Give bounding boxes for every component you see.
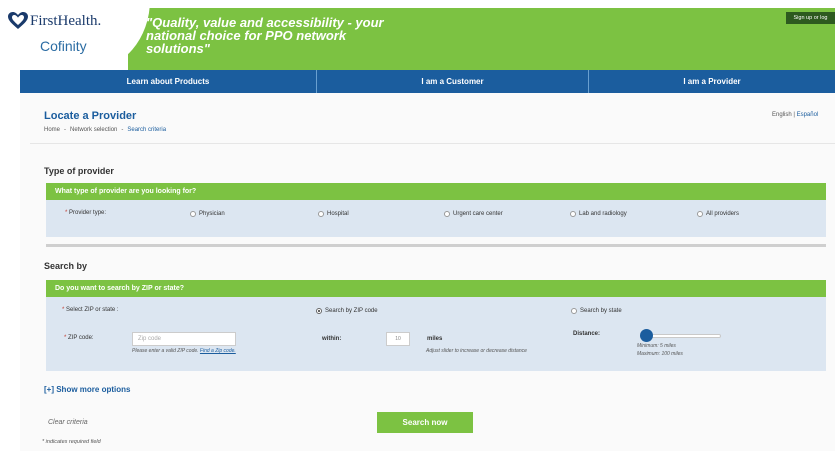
section-divider bbox=[46, 244, 826, 247]
search-by-question: Do you want to search by ZIP or state? bbox=[46, 280, 826, 297]
zip-help-message: Please enter a valid ZIP code. bbox=[132, 348, 199, 354]
nav-provider[interactable]: I am a Provider bbox=[589, 70, 835, 93]
title-divider bbox=[30, 143, 835, 144]
provider-type-question: What type of provider are you looking fo… bbox=[46, 183, 826, 200]
required-mark: * bbox=[65, 210, 68, 216]
required-field-note: * indicates required field bbox=[42, 439, 101, 445]
required-mark: * bbox=[64, 335, 67, 341]
distance-slider-track[interactable] bbox=[643, 334, 721, 338]
provider-type-heading: Type of provider bbox=[44, 166, 114, 176]
radio-hospital[interactable]: Hospital bbox=[318, 211, 349, 217]
firsthealth-logo[interactable]: FirstHealth. bbox=[8, 12, 101, 30]
distance-max-text: Maximum: 100 miles bbox=[637, 351, 683, 357]
site-header: FirstHealth. Cofinity "Quality, value an… bbox=[0, 0, 835, 70]
select-zip-state-text: Select ZIP or state : bbox=[66, 307, 119, 313]
distance-min-text: Minimum: 5 miles bbox=[637, 343, 676, 349]
cofinity-wordmark: Cofinity bbox=[40, 38, 87, 54]
nav-customer[interactable]: I am a Customer bbox=[317, 70, 589, 93]
heart-logo-icon bbox=[8, 12, 28, 29]
radio-label: All providers bbox=[706, 211, 740, 217]
nav-learn-products[interactable]: Learn about Products bbox=[20, 70, 317, 93]
select-zip-state-label: * Select ZIP or state : bbox=[62, 307, 119, 313]
search-now-button[interactable]: Search now bbox=[377, 412, 473, 433]
provider-type-panel: What type of provider are you looking fo… bbox=[46, 183, 826, 237]
content-area bbox=[20, 93, 835, 451]
radio-circle[interactable] bbox=[571, 308, 577, 314]
radio-circle[interactable] bbox=[444, 211, 450, 217]
breadcrumb: Home - Network selection - Search criter… bbox=[44, 127, 166, 133]
main-nav: Learn about Products I am a Customer I a… bbox=[20, 70, 835, 93]
language-switch: English | Español bbox=[772, 112, 818, 118]
lang-separator: | bbox=[793, 112, 795, 118]
radio-lab-radiology[interactable]: Lab and radiology bbox=[570, 211, 627, 217]
header-tagline: "Quality, value and accessibility - your… bbox=[146, 15, 384, 56]
distance-label: Distance: bbox=[573, 331, 601, 337]
firsthealth-wordmark: FirstHealth. bbox=[30, 12, 102, 29]
radio-label: Urgent care center bbox=[453, 211, 503, 217]
provider-type-label: * Provider type: bbox=[65, 210, 106, 216]
radio-circle[interactable] bbox=[570, 211, 576, 217]
show-more-options-link[interactable]: [+] Show more options bbox=[44, 385, 130, 394]
breadcrumb-network[interactable]: Network selection bbox=[70, 127, 117, 133]
radio-search-by-state[interactable]: Search by state bbox=[571, 308, 622, 314]
lang-english[interactable]: English bbox=[772, 112, 792, 118]
find-zip-link[interactable]: Find a Zip code. bbox=[200, 348, 236, 354]
radio-label: Lab and radiology bbox=[579, 211, 627, 217]
required-mark: * bbox=[62, 307, 65, 313]
breadcrumb-sep: - bbox=[121, 127, 124, 133]
radio-physician[interactable]: Physician bbox=[190, 211, 225, 217]
radio-all-providers[interactable]: All providers bbox=[697, 211, 739, 217]
breadcrumb-home[interactable]: Home bbox=[44, 127, 60, 133]
clear-criteria-link[interactable]: Clear criteria bbox=[48, 419, 88, 426]
cofinity-logo[interactable]: Cofinity bbox=[40, 38, 87, 54]
radio-label: Physician bbox=[199, 211, 225, 217]
lang-spanish[interactable]: Español bbox=[797, 112, 819, 118]
slider-help-text: Adjust slider to increase or decrease di… bbox=[426, 348, 527, 354]
radio-label: Search by state bbox=[580, 308, 622, 314]
miles-input[interactable]: 10 bbox=[386, 332, 410, 346]
radio-urgent-care[interactable]: Urgent care center bbox=[444, 211, 503, 217]
search-by-heading: Search by bbox=[44, 261, 88, 271]
breadcrumb-sep: - bbox=[64, 127, 67, 133]
radio-circle[interactable] bbox=[318, 211, 324, 217]
zip-help-text: Please enter a valid ZIP code. Find a Zi… bbox=[132, 348, 240, 355]
radio-circle[interactable] bbox=[190, 211, 196, 217]
breadcrumb-current: Search criteria bbox=[127, 127, 167, 133]
zip-code-input[interactable]: Zip code bbox=[132, 332, 236, 346]
radio-circle[interactable] bbox=[697, 211, 703, 217]
zip-code-label: * ZIP code: bbox=[64, 335, 94, 341]
signup-login-button[interactable]: Sign up or log bbox=[786, 12, 835, 24]
zip-code-label-text: ZIP code: bbox=[68, 335, 94, 341]
search-by-panel: Do you want to search by ZIP or state? bbox=[46, 280, 826, 371]
radio-label: Search by ZIP code bbox=[325, 308, 378, 314]
radio-label: Hospital bbox=[327, 211, 349, 217]
radio-circle-checked[interactable] bbox=[316, 308, 322, 314]
radio-search-by-zip[interactable]: Search by ZIP code bbox=[316, 308, 378, 314]
miles-label: miles bbox=[427, 336, 443, 342]
within-label: within: bbox=[322, 336, 342, 342]
page-title: Locate a Provider bbox=[44, 110, 137, 122]
provider-type-label-text: Provider type: bbox=[69, 210, 107, 216]
